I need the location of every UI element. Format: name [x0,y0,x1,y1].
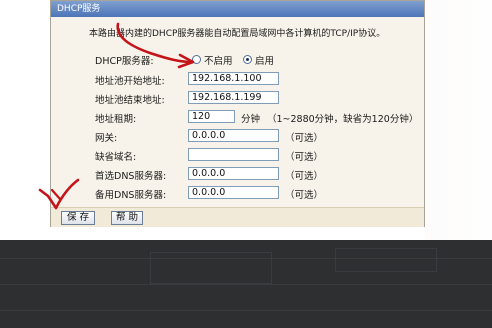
band [0,310,492,311]
background-right [425,0,492,240]
gateway-hint: （可选） [285,133,324,144]
radio-disable[interactable] [192,55,201,64]
lease-time-label: 地址租期: [95,114,137,125]
pool-end-input[interactable]: 192.168.1.199 [188,91,279,104]
lease-time-unit: 分钟 [241,114,261,125]
pool-end-label: 地址池结束地址: [95,95,165,106]
help-button[interactable]: 帮 助 [111,211,143,225]
dhcp-server-label: DHCP服务器: [95,56,154,67]
secondary-dns-label: 备用DNS服务器: [95,190,167,201]
pool-start-input[interactable]: 192.168.1.100 [188,72,279,85]
dhcp-settings-panel: DHCP服务 本路由器内建的DHCP服务器能自动配置局域网中各计算机的TCP/I… [50,0,425,227]
secondary-dns-hint: （可选） [285,190,324,201]
domain-input[interactable] [188,148,279,161]
radio-enable-label: 启用 [255,56,275,67]
domain-label: 缺省域名: [95,152,137,163]
domain-hint: （可选） [285,152,324,163]
secondary-dns-input[interactable]: 0.0.0.0 [188,186,279,199]
radio-enable[interactable] [243,55,252,64]
panel-title: DHCP服务 [51,1,424,17]
radio-disable-label: 不启用 [204,56,233,67]
gateway-input[interactable]: 0.0.0.0 [188,129,279,142]
primary-dns-hint: （可选） [285,171,324,182]
dark-background-area [0,240,492,328]
primary-dns-input[interactable]: 0.0.0.0 [188,167,279,180]
blurred-element [150,252,272,284]
button-bar: 保 存 帮 助 [51,207,424,227]
save-button[interactable]: 保 存 [61,211,95,225]
band [0,284,492,285]
pool-start-label: 地址池开始地址: [95,76,165,87]
blurred-element [335,248,437,272]
panel-description: 本路由器内建的DHCP服务器能自动配置局域网中各计算机的TCP/IP协议。 [89,29,386,39]
gateway-label: 网关: [95,133,118,144]
lease-time-input[interactable]: 120 [188,110,235,123]
primary-dns-label: 首选DNS服务器: [95,171,167,182]
lease-time-hint: （1~2880分钟，缺省为120分钟） [267,114,419,125]
